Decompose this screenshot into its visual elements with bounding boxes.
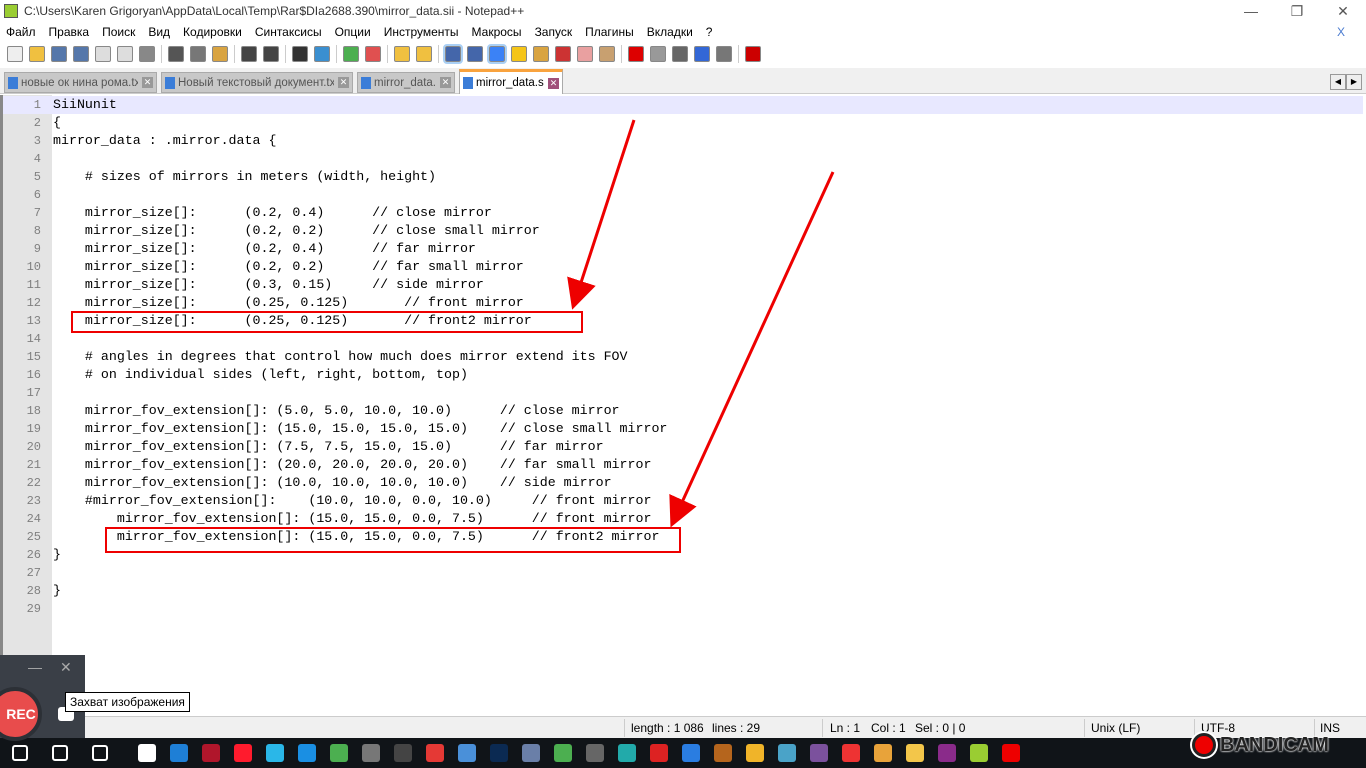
h-app-icon[interactable] xyxy=(682,744,700,762)
status-lines: lines : 29 xyxy=(712,721,761,735)
tooltip: Захват изображения xyxy=(65,692,190,712)
status-eol[interactable]: Unix (LF) xyxy=(1091,721,1140,735)
windows-start-icon[interactable] xyxy=(12,745,28,761)
highlight-box-line-13 xyxy=(71,311,583,333)
chrome-icon[interactable] xyxy=(330,744,348,762)
status-ln: Ln : 1 xyxy=(830,721,861,735)
bandicam-watermark: BANDICAM xyxy=(1192,733,1329,757)
task-view-icon[interactable] xyxy=(92,745,108,761)
status-col: Col : 1 xyxy=(871,721,906,735)
annotation-overlay xyxy=(71,119,835,553)
viber-icon[interactable] xyxy=(810,744,828,762)
status-sel: Sel : 0 | 0 xyxy=(915,721,966,735)
notepad-plus-plus-icon[interactable] xyxy=(970,744,988,762)
bandicam-minimize-button[interactable]: — xyxy=(28,659,42,675)
archive-icon[interactable] xyxy=(586,744,604,762)
bandicam-close-button[interactable]: ✕ xyxy=(60,659,72,676)
rec-button[interactable]: REC xyxy=(0,687,42,741)
bird-app-icon[interactable] xyxy=(426,744,444,762)
file-explorer-icon[interactable] xyxy=(906,744,924,762)
winrar-icon[interactable] xyxy=(938,744,956,762)
paint-icon[interactable] xyxy=(522,744,540,762)
photoshop-icon[interactable] xyxy=(490,744,508,762)
status-bar: length : 1 086 lines : 29 Ln : 1 Col : 1… xyxy=(0,716,1366,738)
red-app-icon[interactable] xyxy=(842,744,860,762)
facebook-icon[interactable] xyxy=(362,744,380,762)
search-icon[interactable] xyxy=(52,745,68,761)
game-app-icon[interactable] xyxy=(714,744,732,762)
speaker-app-icon[interactable] xyxy=(746,744,764,762)
plane-app-icon[interactable] xyxy=(618,744,636,762)
wps-icon[interactable] xyxy=(266,744,284,762)
red-arrow-1 xyxy=(567,119,636,310)
highlight-box-line-25 xyxy=(105,527,681,553)
opera-icon[interactable] xyxy=(234,744,252,762)
status-length: length : 1 086 xyxy=(631,721,704,735)
mail-icon[interactable] xyxy=(138,744,156,762)
opera-gx-icon[interactable] xyxy=(202,744,220,762)
bandicam-icon[interactable] xyxy=(1002,744,1020,762)
m-app-icon[interactable] xyxy=(650,744,668,762)
taskbar xyxy=(0,738,1366,768)
film-app-icon[interactable] xyxy=(874,744,892,762)
webcam-icon[interactable] xyxy=(394,744,412,762)
maxthon-icon[interactable] xyxy=(298,744,316,762)
green-app-icon[interactable] xyxy=(554,744,572,762)
file-app-icon[interactable] xyxy=(458,744,476,762)
edge-icon[interactable] xyxy=(170,744,188,762)
vpn-app-icon[interactable] xyxy=(778,744,796,762)
red-arrow-2 xyxy=(669,171,835,528)
